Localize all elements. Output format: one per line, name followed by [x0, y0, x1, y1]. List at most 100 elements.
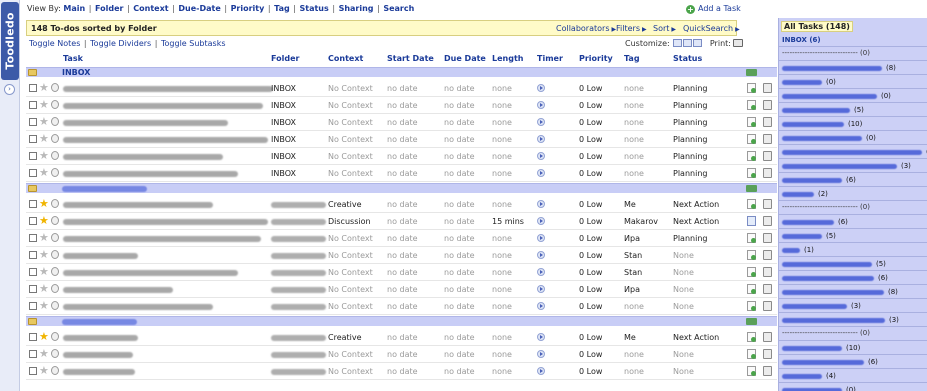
- task-tag[interactable]: none: [624, 152, 644, 161]
- complete-checkbox[interactable]: [29, 135, 37, 143]
- task-due-date[interactable]: no date: [444, 84, 475, 93]
- subtask-toggle-icon[interactable]: [51, 134, 59, 143]
- delete-icon[interactable]: [763, 301, 772, 311]
- task-start-date[interactable]: no date: [387, 169, 418, 178]
- task-status[interactable]: Planning: [673, 118, 707, 127]
- delete-icon[interactable]: [763, 216, 772, 226]
- delete-icon[interactable]: [763, 332, 772, 342]
- list-view-icon[interactable]: [693, 39, 703, 47]
- task-tag[interactable]: Stan: [624, 251, 642, 260]
- task-folder[interactable]: INBOX: [271, 169, 296, 178]
- task-name-redacted[interactable]: [63, 369, 135, 375]
- subtask-toggle-icon[interactable]: [51, 233, 59, 242]
- task-priority[interactable]: 0 Low: [579, 135, 602, 144]
- sidebar-item-folder[interactable]: (10): [779, 342, 927, 355]
- sidebar-divider[interactable]: ------------------------------ (0): [779, 202, 927, 215]
- note-icon[interactable]: [747, 134, 756, 144]
- task-start-date[interactable]: no date: [387, 118, 418, 127]
- task-status[interactable]: Next Action: [673, 333, 719, 342]
- note-icon[interactable]: [747, 117, 756, 127]
- task-priority[interactable]: 0 Low: [579, 285, 602, 294]
- task-name-redacted[interactable]: [63, 154, 223, 160]
- note-icon[interactable]: [747, 332, 756, 342]
- timer-play-icon[interactable]: [537, 251, 545, 259]
- task-length[interactable]: none: [492, 101, 512, 110]
- sidebar-item-folder[interactable]: (6): [779, 356, 927, 369]
- note-icon[interactable]: [747, 100, 756, 110]
- task-tag[interactable]: Ира: [624, 285, 640, 294]
- task-tag[interactable]: none: [624, 135, 644, 144]
- task-tag[interactable]: none: [624, 302, 644, 311]
- sidebar-item-folder[interactable]: (5): [779, 230, 927, 243]
- task-tag[interactable]: none: [624, 84, 644, 93]
- subtask-toggle-icon[interactable]: [51, 151, 59, 160]
- task-priority[interactable]: 0 Low: [579, 302, 602, 311]
- task-name-redacted[interactable]: [63, 219, 268, 225]
- star-icon[interactable]: ★: [39, 116, 49, 127]
- task-priority[interactable]: 0 Low: [579, 169, 602, 178]
- timer-play-icon[interactable]: [537, 118, 545, 126]
- sidebar-item-folder[interactable]: (0): [779, 90, 927, 103]
- note-icon[interactable]: [747, 168, 756, 178]
- task-length[interactable]: none: [492, 84, 512, 93]
- task-folder-redacted[interactable]: [271, 369, 326, 375]
- delete-icon[interactable]: [763, 199, 772, 209]
- task-tag[interactable]: none: [624, 101, 644, 110]
- delete-icon[interactable]: [763, 284, 772, 294]
- delete-icon[interactable]: [763, 83, 772, 93]
- complete-checkbox[interactable]: [29, 251, 37, 259]
- timer-play-icon[interactable]: [537, 333, 545, 341]
- star-icon[interactable]: ★: [39, 232, 49, 243]
- subtask-toggle-icon[interactable]: [51, 366, 59, 375]
- task-start-date[interactable]: no date: [387, 234, 418, 243]
- subtask-toggle-icon[interactable]: [51, 284, 59, 293]
- task-length[interactable]: none: [492, 234, 512, 243]
- view-tag[interactable]: Tag: [274, 4, 290, 13]
- task-tag[interactable]: Stan: [624, 268, 642, 277]
- task-priority[interactable]: 0 Low: [579, 234, 602, 243]
- task-tag[interactable]: Ира: [624, 234, 640, 243]
- note-icon[interactable]: [747, 301, 756, 311]
- subtask-toggle-icon[interactable]: [51, 332, 59, 341]
- timer-play-icon[interactable]: [537, 268, 545, 276]
- star-icon[interactable]: ★: [39, 331, 49, 342]
- view-priority[interactable]: Priority: [231, 4, 265, 13]
- col-start-date[interactable]: Start Date: [387, 54, 434, 63]
- task-folder[interactable]: INBOX: [271, 101, 296, 110]
- task-folder-redacted[interactable]: [271, 352, 326, 358]
- task-length[interactable]: 15 mins: [492, 217, 524, 226]
- task-due-date[interactable]: no date: [444, 169, 475, 178]
- complete-checkbox[interactable]: [29, 152, 37, 160]
- complete-checkbox[interactable]: [29, 118, 37, 126]
- col-tag[interactable]: Tag: [624, 54, 640, 63]
- task-context[interactable]: No Context: [328, 84, 373, 93]
- task-status[interactable]: None: [673, 268, 694, 277]
- star-icon[interactable]: ★: [39, 348, 49, 359]
- timer-play-icon[interactable]: [537, 101, 545, 109]
- timer-play-icon[interactable]: [537, 200, 545, 208]
- delete-icon[interactable]: [763, 349, 772, 359]
- task-priority[interactable]: 0 Low: [579, 217, 602, 226]
- note-icon[interactable]: [747, 216, 756, 226]
- task-due-date[interactable]: no date: [444, 251, 475, 260]
- task-context[interactable]: No Context: [328, 101, 373, 110]
- task-folder-redacted[interactable]: [271, 236, 326, 242]
- columns-icon[interactable]: [673, 39, 683, 47]
- task-length[interactable]: none: [492, 152, 512, 161]
- task-start-date[interactable]: no date: [387, 333, 418, 342]
- task-priority[interactable]: 0 Low: [579, 367, 602, 376]
- complete-checkbox[interactable]: [29, 217, 37, 225]
- col-context[interactable]: Context: [328, 54, 363, 63]
- task-context[interactable]: No Context: [328, 135, 373, 144]
- note-icon[interactable]: [747, 284, 756, 294]
- star-icon[interactable]: ★: [39, 283, 49, 294]
- task-status[interactable]: None: [673, 350, 694, 359]
- subtask-toggle-icon[interactable]: [51, 250, 59, 259]
- complete-checkbox[interactable]: [29, 101, 37, 109]
- task-start-date[interactable]: no date: [387, 200, 418, 209]
- subtask-toggle-icon[interactable]: [51, 349, 59, 358]
- filters-menu[interactable]: Filters ▶: [616, 24, 647, 33]
- timer-play-icon[interactable]: [537, 285, 545, 293]
- task-length[interactable]: none: [492, 135, 512, 144]
- add-to-folder-icon[interactable]: [746, 69, 757, 76]
